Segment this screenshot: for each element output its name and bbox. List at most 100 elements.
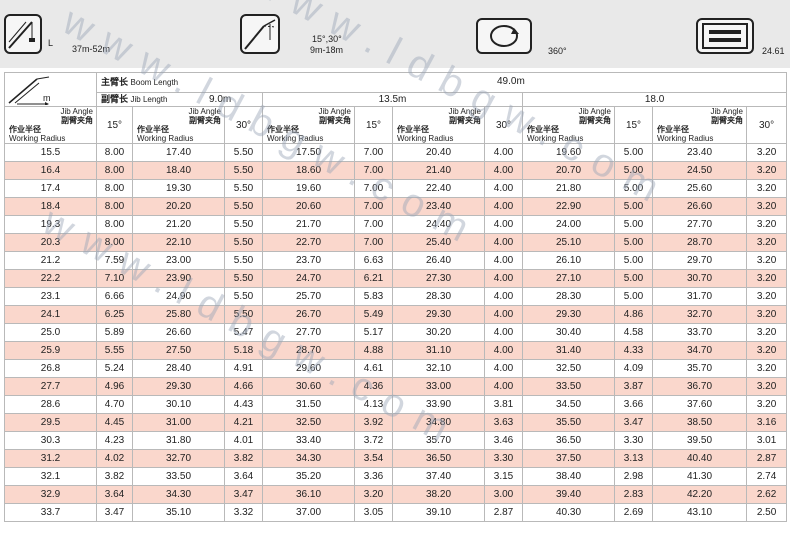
radius-en: Working Radius — [9, 134, 66, 143]
angle-header: 30° — [484, 106, 523, 144]
radius-cell: 15.5 — [4, 143, 97, 162]
radius-cell: 23.40 — [652, 143, 747, 162]
table-row: 20.3 8.00 22.10 5.50 22.70 7.00 25.40 4.00 25.10… — [4, 233, 788, 252]
load-cell: 3.47 — [96, 503, 133, 522]
jib-angle-en: Jib Angle — [188, 107, 221, 117]
load-cell: 4.58 — [614, 323, 653, 342]
load-cell: 5.00 — [614, 143, 653, 162]
load-cell: 8.00 — [96, 233, 133, 252]
radius-cn: 作业半径 — [9, 125, 41, 134]
load-cell: 3.82 — [224, 449, 263, 468]
radius-cell: 31.2 — [4, 449, 97, 468]
radius-cell: 18.4 — [4, 197, 97, 216]
angle-header: 30° — [745, 106, 788, 144]
load-cell: 7.00 — [354, 197, 393, 216]
load-cell: 4.88 — [354, 341, 393, 360]
load-cell: 2.87 — [745, 449, 788, 468]
jib-angle-cn: 副臂夹角 — [61, 116, 93, 125]
angle-header: 15° — [354, 106, 393, 144]
load-cell: 3.87 — [614, 377, 653, 396]
radius-jib-angle-header: Jib Angle 副臂夹角 作业半径 Working Radius — [262, 106, 355, 144]
load-cell: 3.20 — [745, 143, 788, 162]
load-cell: 2.50 — [745, 503, 788, 522]
radius-cell: 38.40 — [522, 467, 615, 486]
load-cell: 4.70 — [96, 395, 133, 414]
jib-angle-en: Jib Angle — [448, 107, 481, 117]
load-cell: 4.21 — [224, 413, 263, 432]
radius-cn: 作业半径 — [527, 125, 559, 134]
radius-cell: 27.70 — [262, 323, 355, 342]
crane-diagram-cell: m — [4, 72, 97, 107]
radius-cell: 19.60 — [262, 179, 355, 198]
radius-cell: 23.00 — [132, 251, 225, 270]
load-cell: 4.00 — [484, 287, 523, 306]
load-cell: 5.18 — [224, 341, 263, 360]
radius-cell: 25.0 — [4, 323, 97, 342]
radius-cell: 18.60 — [262, 161, 355, 180]
load-cell: 4.86 — [614, 305, 653, 324]
radius-cell: 19.30 — [132, 179, 225, 198]
boom-length-row: m 主臂长 Boom Length 49.0m — [4, 72, 788, 107]
load-cell: 5.17 — [354, 323, 393, 342]
load-cell: 4.00 — [484, 143, 523, 162]
radius-cn: 作业半径 — [267, 125, 299, 134]
radius-cell: 24.00 — [522, 215, 615, 234]
radius-cell: 26.8 — [4, 359, 97, 378]
radius-cell: 39.40 — [522, 485, 615, 504]
load-cell: 7.10 — [96, 269, 133, 288]
radius-cell: 34.30 — [262, 449, 355, 468]
boom-length-en: Boom Length — [130, 78, 179, 87]
jib-angle-en: Jib Angle — [60, 107, 93, 117]
radius-cell: 34.70 — [652, 341, 747, 360]
load-cell: 3.20 — [745, 341, 788, 360]
load-cell: 4.00 — [484, 161, 523, 180]
radius-cell: 33.40 — [262, 431, 355, 450]
load-cell: 7.00 — [354, 179, 393, 198]
rotation-360-icon — [476, 18, 532, 54]
jib-angle-cn: 副臂夹角 — [579, 116, 611, 125]
load-cell: 3.00 — [484, 485, 523, 504]
load-cell: 5.00 — [614, 179, 653, 198]
load-cell: 8.00 — [96, 179, 133, 198]
radius-cell: 31.50 — [262, 395, 355, 414]
load-cell: 5.50 — [224, 305, 263, 324]
load-cell: 2.74 — [745, 467, 788, 486]
radius-cell: 32.9 — [4, 485, 97, 504]
radius-jib-angle-header: Jib Angle 副臂夹角作业半径 Working Radius — [4, 106, 97, 144]
radius-cell: 17.50 — [262, 143, 355, 162]
load-cell: 6.21 — [354, 269, 393, 288]
load-cell: 3.05 — [354, 503, 393, 522]
load-cell: 5.50 — [224, 251, 263, 270]
radius-cell: 31.10 — [392, 341, 485, 360]
radius-cell: 33.70 — [652, 323, 747, 342]
boom-length-header: 主臂长 Boom Length 49.0m — [95, 72, 788, 93]
load-cell: 4.66 — [224, 377, 263, 396]
radius-cell: 22.90 — [522, 197, 615, 216]
radius-cell: 30.60 — [262, 377, 355, 396]
load-cell: 5.24 — [96, 359, 133, 378]
load-cell: 4.00 — [484, 179, 523, 198]
radius-cell: 20.70 — [522, 161, 615, 180]
radius-cell: 39.10 — [392, 503, 485, 522]
load-cell: 4.00 — [484, 341, 523, 360]
radius-cell: 30.20 — [392, 323, 485, 342]
radius-cell: 24.1 — [4, 305, 97, 324]
radius-cell: 38.20 — [392, 485, 485, 504]
load-cell: 3.20 — [745, 269, 788, 288]
radius-cell: 29.5 — [4, 413, 97, 432]
load-cell: 5.50 — [224, 233, 263, 252]
jib-length-18: 18.0 — [521, 92, 788, 107]
radius-cell: 36.50 — [392, 449, 485, 468]
load-cell: 6.63 — [354, 251, 393, 270]
load-cell: 8.00 — [96, 197, 133, 216]
load-cell: 3.32 — [224, 503, 263, 522]
radius-cell: 33.00 — [392, 377, 485, 396]
radius-cell: 33.90 — [392, 395, 485, 414]
load-cell: 5.00 — [614, 161, 653, 180]
load-cell: 3.20 — [745, 287, 788, 306]
jib-angle-en: Jib Angle — [318, 107, 351, 117]
radius-cell: 36.70 — [652, 377, 747, 396]
jib-angle-cn: 副臂夹角 — [711, 116, 743, 125]
table-row: 25.0 5.89 26.60 5.47 27.70 5.17 30.20 4.00 30.40… — [4, 323, 788, 342]
radius-cell: 26.40 — [392, 251, 485, 270]
